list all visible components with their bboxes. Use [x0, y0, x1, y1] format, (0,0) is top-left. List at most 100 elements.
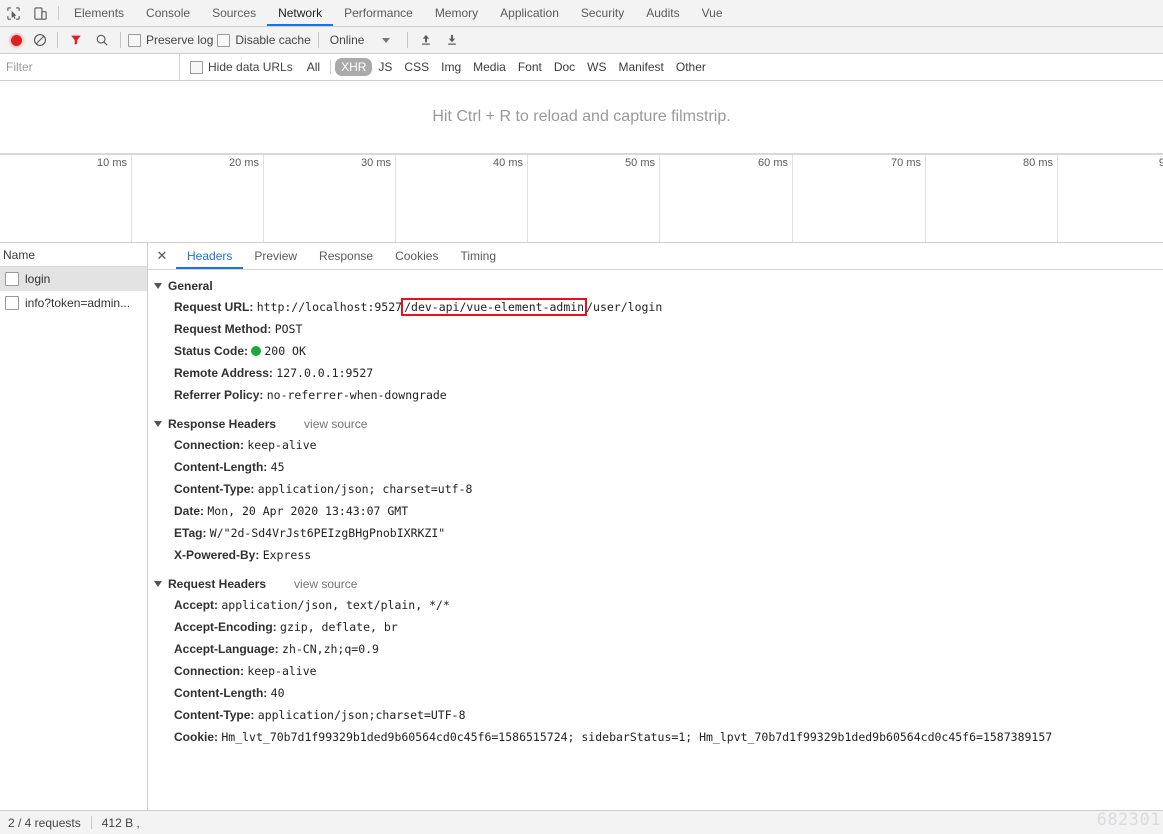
section-request-headers[interactable]: Request Headers view source	[148, 574, 1163, 594]
remote-address-value: 127.0.0.1:9527	[276, 366, 374, 380]
ruler-tick: 40 ms	[395, 155, 528, 242]
tab-performance[interactable]: Performance	[333, 0, 424, 26]
status-code-value: 200 OK	[264, 344, 306, 358]
tab-audits[interactable]: Audits	[635, 0, 690, 26]
response-header-value: Express	[262, 548, 312, 562]
request-url-prefix: http://localhost:9527	[256, 300, 403, 314]
chevron-down-icon[interactable]	[382, 37, 391, 43]
response-header-row: ETag: W/"2d-Sd4VrJst6PEIzgBHgPnobIXRKZI"	[148, 522, 1163, 544]
tab-network[interactable]: Network	[267, 0, 334, 26]
request-list: Name login info?token=admin...	[0, 243, 148, 810]
request-list-header[interactable]: Name	[0, 243, 147, 267]
request-header-row: Content-Type: application/json;charset=U…	[148, 704, 1163, 726]
request-row-info[interactable]: info?token=admin...	[0, 291, 147, 315]
tab-elements[interactable]: Elements	[63, 0, 135, 26]
status-ok-icon	[251, 346, 262, 356]
close-icon[interactable]: ✕	[148, 243, 176, 269]
chip-font[interactable]: Font	[512, 58, 548, 76]
inspect-element-icon[interactable]	[0, 0, 27, 26]
request-name: login	[25, 272, 51, 286]
request-header-value: application/json, text/plain, */*	[221, 598, 450, 612]
tab-security[interactable]: Security	[570, 0, 635, 26]
device-toolbar-icon-glyph	[34, 6, 47, 20]
section-general[interactable]: General	[148, 276, 1163, 296]
section-response-headers[interactable]: Response Headers view source	[148, 414, 1163, 434]
tab-preview[interactable]: Preview	[243, 243, 308, 269]
response-header-value: keep-alive	[247, 438, 317, 452]
tab-console[interactable]: Console	[135, 0, 201, 26]
hide-data-urls-box	[190, 60, 203, 74]
request-row-login[interactable]: login	[0, 267, 147, 291]
headers-content: General Request URL: http://localhost:95…	[148, 270, 1163, 810]
chip-js[interactable]: JS	[372, 58, 398, 76]
tab-security-label: Security	[580, 6, 625, 20]
triangle-down-icon	[154, 421, 162, 427]
tab-audits-label: Audits	[646, 6, 680, 20]
ruler-tick-label: 10 ms	[97, 157, 127, 169]
preserve-log-checkbox[interactable]: Preserve log	[126, 33, 215, 47]
chip-img[interactable]: Img	[435, 58, 467, 76]
chip-doc[interactable]: Doc	[548, 58, 581, 76]
device-toolbar-icon[interactable]	[27, 0, 54, 26]
chip-media[interactable]: Media	[467, 58, 512, 76]
record-icon[interactable]	[4, 28, 28, 52]
throttling-select[interactable]: Online	[324, 33, 367, 47]
requests-count: 2 / 4 requests	[8, 815, 81, 830]
ruler-tick-label: 9	[1159, 157, 1163, 169]
request-header-key: Accept-Encoding:	[174, 620, 277, 634]
ruler-tick: 30 ms	[263, 155, 396, 242]
clear-icon[interactable]	[28, 28, 52, 52]
request-header-row: Content-Length: 40	[148, 682, 1163, 704]
filter-funnel-icon[interactable]	[63, 28, 89, 52]
chip-css[interactable]: CSS	[398, 58, 435, 76]
chip-other[interactable]: Other	[670, 58, 712, 76]
tab-timing[interactable]: Timing	[449, 243, 507, 269]
tab-vue[interactable]: Vue	[691, 0, 734, 26]
tab-memory[interactable]: Memory	[424, 0, 489, 26]
tab-application[interactable]: Application	[489, 0, 570, 26]
request-header-row: Connection: keep-alive	[148, 660, 1163, 682]
network-status-bar: 2 / 4 requests 412 B ,	[0, 811, 1163, 834]
hide-data-urls-label: Hide data URLs	[208, 60, 293, 74]
section-general-title: General	[168, 279, 213, 293]
disable-cache-label: Disable cache	[235, 33, 311, 47]
response-header-key: Connection:	[174, 438, 244, 452]
tab-response[interactable]: Response	[308, 243, 384, 269]
toolbar-divider-2	[120, 32, 121, 48]
request-header-row: Accept-Language: zh-CN,zh;q=0.9	[148, 638, 1163, 660]
ruler-tick-label: 20 ms	[229, 157, 259, 169]
chip-manifest[interactable]: Manifest	[613, 58, 670, 76]
tab-sources[interactable]: Sources	[201, 0, 267, 26]
import-har-icon[interactable]	[413, 28, 439, 52]
preserve-log-box	[128, 33, 141, 47]
tab-cookies[interactable]: Cookies	[384, 243, 449, 269]
export-har-icon[interactable]	[439, 28, 465, 52]
request-header-value: application/json;charset=UTF-8	[257, 708, 466, 722]
disable-cache-box	[217, 33, 231, 47]
chip-all[interactable]: All	[301, 58, 326, 76]
tab-response-label: Response	[319, 249, 374, 263]
preserve-log-label: Preserve log	[146, 33, 214, 47]
filter-input[interactable]	[0, 54, 180, 80]
search-icon[interactable]	[89, 28, 115, 52]
request-header-value: Hm_lvt_70b7d1f99329b1ded9b60564cd0c45f6=…	[221, 730, 1053, 744]
ruler-tick-label: 30 ms	[361, 157, 391, 169]
network-overview[interactable]: 10 ms 20 ms 30 ms 40 ms 50 ms 60 ms 70 m…	[0, 154, 1163, 243]
request-header-key: Cookie:	[174, 730, 219, 744]
request-type-icon	[5, 296, 19, 310]
tab-headers[interactable]: Headers	[176, 243, 244, 269]
request-header-value: zh-CN,zh;q=0.9	[282, 642, 379, 656]
chip-xhr[interactable]: XHR	[335, 58, 373, 76]
ruler-tick-label: 60 ms	[758, 157, 788, 169]
tab-memory-label: Memory	[434, 6, 479, 20]
request-view-source-link[interactable]: view source	[294, 577, 357, 591]
response-header-row: Content-Type: application/json; charset=…	[148, 478, 1163, 500]
chip-ws[interactable]: WS	[581, 58, 612, 76]
hide-data-urls-checkbox[interactable]: Hide data URLs	[190, 60, 293, 74]
disable-cache-checkbox[interactable]: Disable cache	[215, 33, 312, 47]
response-view-source-link[interactable]: view source	[304, 417, 367, 431]
response-header-row: Content-Length: 45	[148, 456, 1163, 478]
ruler-tick: 9	[1057, 155, 1163, 242]
referrer-policy-label: Referrer Policy:	[174, 388, 264, 402]
detail-tabbar: ✕ Headers Preview Response Cookies Timin…	[148, 243, 1163, 270]
